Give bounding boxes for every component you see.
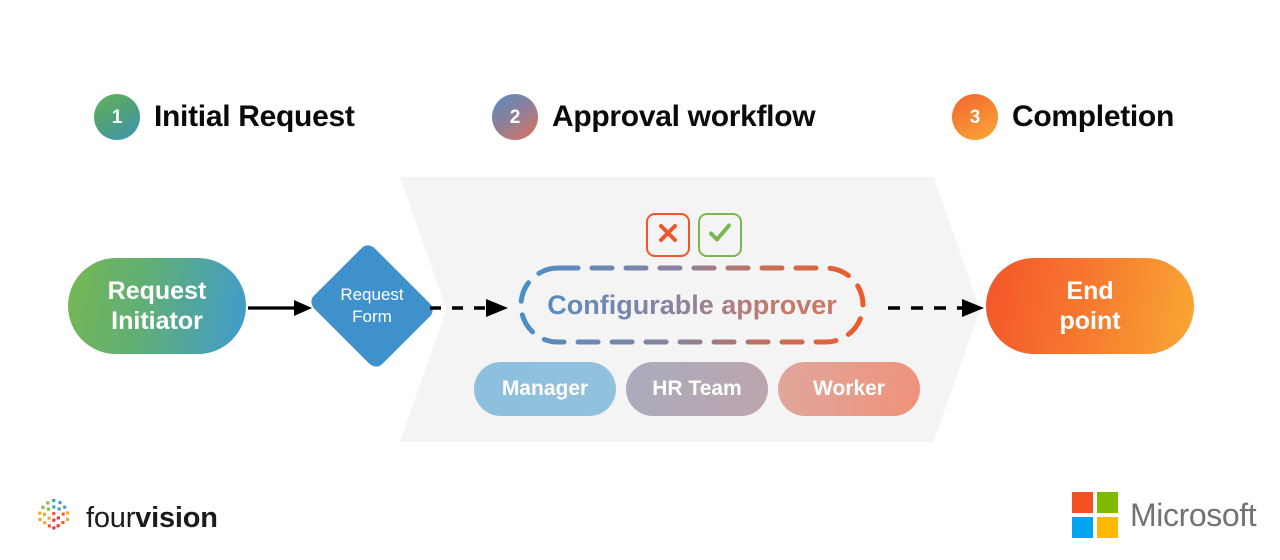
role-label-worker: Worker	[813, 377, 885, 400]
approver-role-options: Manager HR Team Worker	[474, 362, 920, 416]
microsoft-square-yellow	[1097, 517, 1118, 538]
microsoft-square-blue	[1072, 517, 1093, 538]
node-request-form-line1: Request	[340, 285, 404, 305]
approve-button[interactable]	[698, 213, 742, 257]
decision-icons	[646, 213, 742, 257]
role-label-hr-team: HR Team	[652, 377, 742, 400]
request-form-label: Request Form	[318, 258, 426, 354]
node-request-initiator-line2: Initiator	[111, 307, 203, 335]
workflow-diagram: Request Initiator Request Form Configura…	[0, 0, 1280, 560]
check-icon	[707, 220, 733, 251]
role-pill-manager[interactable]: Manager	[474, 362, 616, 416]
microsoft-square-red	[1072, 492, 1093, 513]
microsoft-wordmark: Microsoft	[1130, 497, 1257, 533]
cross-icon	[656, 221, 680, 250]
microsoft-logo: Microsoft	[1072, 492, 1257, 538]
node-end-point: End point	[986, 258, 1194, 354]
reject-button[interactable]	[646, 213, 690, 257]
node-configurable-approver[interactable]: Configurable approver	[518, 265, 866, 345]
node-end-point-line1: End	[1066, 276, 1114, 305]
arrow-approver-to-endpoint	[888, 290, 984, 331]
fourvision-wordmark: fourvision	[86, 504, 218, 533]
fourvision-word-four: four	[86, 502, 136, 534]
arrow-initiator-to-form	[248, 290, 312, 331]
fourvision-word-vision: vision	[135, 502, 218, 534]
microsoft-squares-icon	[1072, 492, 1118, 538]
node-request-initiator-line1: Request	[107, 276, 207, 305]
node-end-point-line2: point	[1059, 307, 1121, 335]
fourvision-logo: fourvision	[34, 496, 218, 541]
dot-burst-icon	[34, 496, 74, 541]
microsoft-square-green	[1097, 492, 1118, 513]
node-request-form: Request Form	[307, 241, 437, 371]
role-label-manager: Manager	[501, 377, 589, 400]
node-request-form-line2: Form	[352, 307, 392, 326]
configurable-approver-label: Configurable approver	[518, 265, 866, 345]
role-pill-worker[interactable]: Worker	[778, 362, 920, 416]
node-request-initiator: Request Initiator	[68, 258, 246, 354]
arrow-form-to-approver	[430, 290, 508, 331]
role-pill-hr-team[interactable]: HR Team	[626, 362, 768, 416]
